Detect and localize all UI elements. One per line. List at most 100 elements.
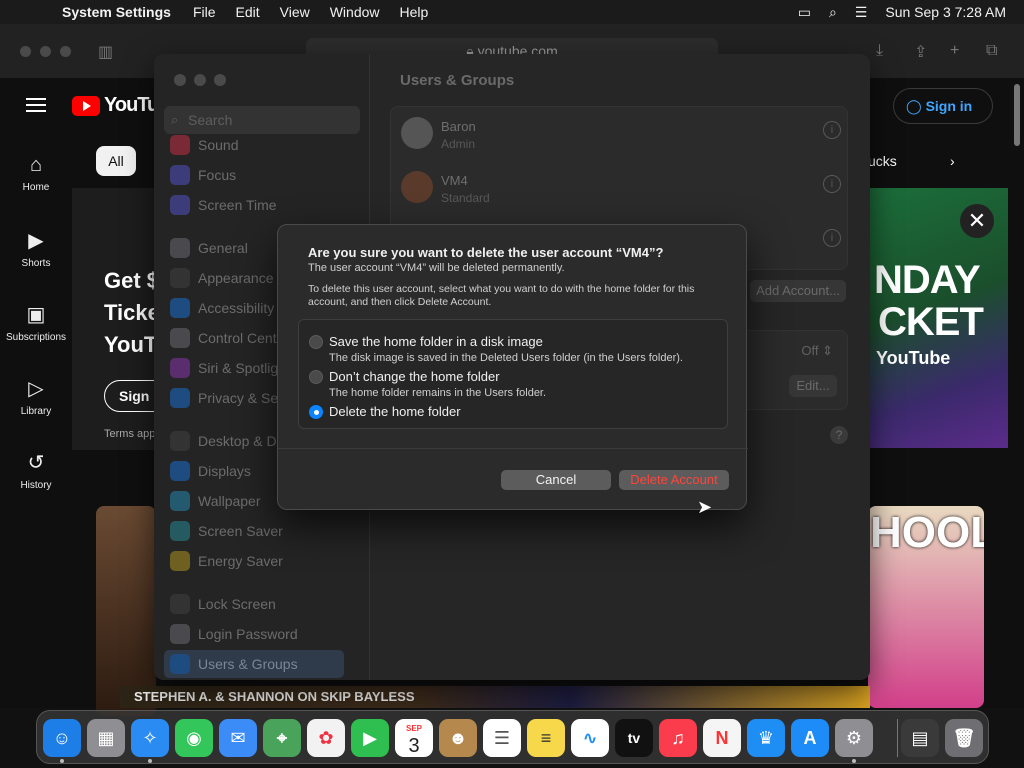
sign-in-button[interactable]: ◯ Sign in [893, 88, 993, 124]
help-button[interactable]: ? [830, 426, 848, 444]
chip-all[interactable]: All [96, 146, 136, 176]
banner-brand: YouTube [876, 348, 951, 368]
sidebar-item-focus[interactable]: Focus [170, 164, 236, 186]
sidebar-item-shorts[interactable]: ▶ Shorts [0, 228, 72, 269]
sidebar-item-label: Login Password [198, 626, 298, 642]
sidebar-item-control-centre[interactable]: Control Centre [170, 327, 289, 349]
sidebar-item-subscriptions[interactable]: ▣ Subscriptions [0, 302, 72, 343]
sidebar-item-label: Appearance [198, 270, 274, 286]
music-icon[interactable]: ♫ [659, 719, 697, 757]
new-tab-icon[interactable]: + [950, 42, 959, 60]
sidebar-item-label: Shorts [21, 258, 51, 269]
control-center-icon[interactable]: ☰ [855, 4, 868, 21]
spotlight-search-icon[interactable]: ⌕ [829, 4, 837, 21]
option-delete-home-folder[interactable]: Delete the home folder [309, 404, 461, 419]
sidebar-item-home[interactable]: ⌂ Home [0, 154, 72, 193]
zoom-window-button[interactable] [214, 74, 226, 86]
tv-icon[interactable]: tv [615, 719, 653, 757]
sidebar-item-siri-spotlight[interactable]: Siri & Spotlight [170, 357, 290, 379]
sidebar-item-users-groups[interactable]: Users & Groups [164, 650, 344, 678]
menu-window[interactable]: Window [320, 4, 390, 20]
menu-clock[interactable]: Sun Sep 3 7:28 AM [885, 4, 1006, 20]
share-icon[interactable]: ⇪ [914, 42, 927, 62]
info-icon[interactable]: i [823, 121, 841, 139]
add-account-button[interactable]: Add Account... [750, 280, 846, 302]
calendar-icon[interactable]: SEP 3 [395, 719, 433, 757]
radio-button[interactable] [309, 370, 323, 384]
option-save-disk-image[interactable]: Save the home folder in a disk image The … [309, 334, 683, 364]
menu-help[interactable]: Help [390, 4, 439, 20]
close-icon[interactable]: ✕ [960, 204, 994, 238]
facetime-icon[interactable]: ▶ [351, 719, 389, 757]
youtube-play-icon [72, 95, 100, 116]
zoom-window-button[interactable] [60, 45, 71, 57]
video-thumbnail-strip[interactable]: STEPHEN A. & SHANNON ON SKIP BAYLESS [120, 686, 870, 708]
freeform-icon[interactable]: ∿ [571, 719, 609, 757]
sidebar-item-displays[interactable]: Displays [170, 460, 251, 482]
screen-mirroring-icon[interactable]: ▭ [798, 4, 811, 21]
sidebar-item-appearance[interactable]: Appearance [170, 267, 274, 289]
video-thumbnail[interactable]: HOOL [868, 506, 984, 708]
system-settings-icon[interactable]: ⚙ [835, 719, 873, 757]
sidebar-item-energy-saver[interactable]: Energy Saver [170, 550, 283, 572]
list-item[interactable]: Baron Admin i [401, 109, 841, 159]
close-window-button[interactable] [20, 45, 31, 57]
photos-icon[interactable]: ✿ [307, 719, 345, 757]
app-menu[interactable]: System Settings [52, 4, 183, 20]
maps-icon[interactable]: ⌖ [263, 719, 301, 757]
messages-icon[interactable]: ◉ [175, 719, 213, 757]
menu-edit[interactable]: Edit [226, 4, 270, 20]
sidebar-item-wallpaper[interactable]: Wallpaper [170, 490, 261, 512]
menu-view[interactable]: View [270, 4, 320, 20]
app-store-icon[interactable]: A [791, 719, 829, 757]
safari-icon[interactable]: ✧ [131, 719, 169, 757]
trash-icon[interactable]: 🗑︎ [945, 719, 983, 757]
ad-terms: Terms app [104, 428, 156, 440]
minimize-window-button[interactable] [194, 74, 206, 86]
info-icon[interactable]: i [823, 175, 841, 193]
sidebar-item-sound[interactable]: Sound [170, 134, 238, 156]
finder-icon[interactable]: ☺ [43, 719, 81, 757]
option-description: The home folder remains in the Users fol… [329, 387, 547, 399]
contacts-icon[interactable]: ☻ [439, 719, 477, 757]
ad-sign-up-button[interactable]: Sign u [104, 380, 158, 412]
radio-button[interactable] [309, 335, 323, 349]
keynote-icon[interactable]: ♛ [747, 719, 785, 757]
notes-icon[interactable]: ≡ [527, 719, 565, 757]
radio-button-selected[interactable] [309, 405, 323, 419]
tab-overview-icon[interactable]: ⧉ [986, 42, 997, 60]
list-item[interactable]: VM4 Standard i [401, 163, 841, 213]
search-input[interactable]: ⌕ Search [164, 106, 360, 134]
sidebar-item-history[interactable]: ↺ History [0, 450, 72, 491]
mail-icon[interactable]: ✉ [219, 719, 257, 757]
popup-off[interactable]: Off ⇕ [801, 343, 833, 359]
download-icon[interactable]: ⤓ [876, 42, 883, 60]
minimize-window-button[interactable] [40, 45, 51, 57]
downloads-icon[interactable]: ▤ [901, 719, 939, 757]
option-dont-change[interactable]: Don’t change the home folder The home fol… [309, 369, 546, 399]
chevron-right-icon[interactable]: › [950, 146, 955, 176]
sidebar-item-screen-saver[interactable]: Screen Saver [170, 520, 283, 542]
edit-button[interactable]: Edit... [789, 375, 837, 397]
launchpad-icon[interactable]: ▦ [87, 719, 125, 757]
menu-file[interactable]: File [183, 4, 226, 20]
chip-trucks[interactable]: ucks [868, 146, 897, 176]
sidebar-item-accessibility[interactable]: Accessibility [170, 297, 274, 319]
shorts-icon: ▶ [28, 230, 44, 252]
info-icon[interactable]: i [823, 229, 841, 247]
news-icon[interactable]: N [703, 719, 741, 757]
sidebar-item-login-password[interactable]: Login Password [170, 623, 298, 645]
cancel-button[interactable]: Cancel [501, 470, 611, 490]
sidebar-toggle-icon[interactable]: ▥ [98, 42, 113, 62]
scrollbar[interactable] [1014, 84, 1020, 146]
promo-ad[interactable]: Get $ Ticke YouT Sign u Terms app [72, 188, 158, 450]
reminders-icon[interactable]: ☰ [483, 719, 521, 757]
guide-menu-icon[interactable] [26, 98, 46, 112]
sidebar-item-general[interactable]: General [170, 237, 248, 259]
video-thumbnail[interactable] [96, 506, 156, 716]
sidebar-item-library[interactable]: ▷ Library [0, 376, 72, 417]
sidebar-item-screen-time[interactable]: Screen Time [170, 194, 277, 216]
close-window-button[interactable] [174, 74, 186, 86]
sidebar-item-lock-screen[interactable]: Lock Screen [170, 593, 276, 615]
delete-account-button[interactable]: Delete Account [619, 470, 729, 490]
